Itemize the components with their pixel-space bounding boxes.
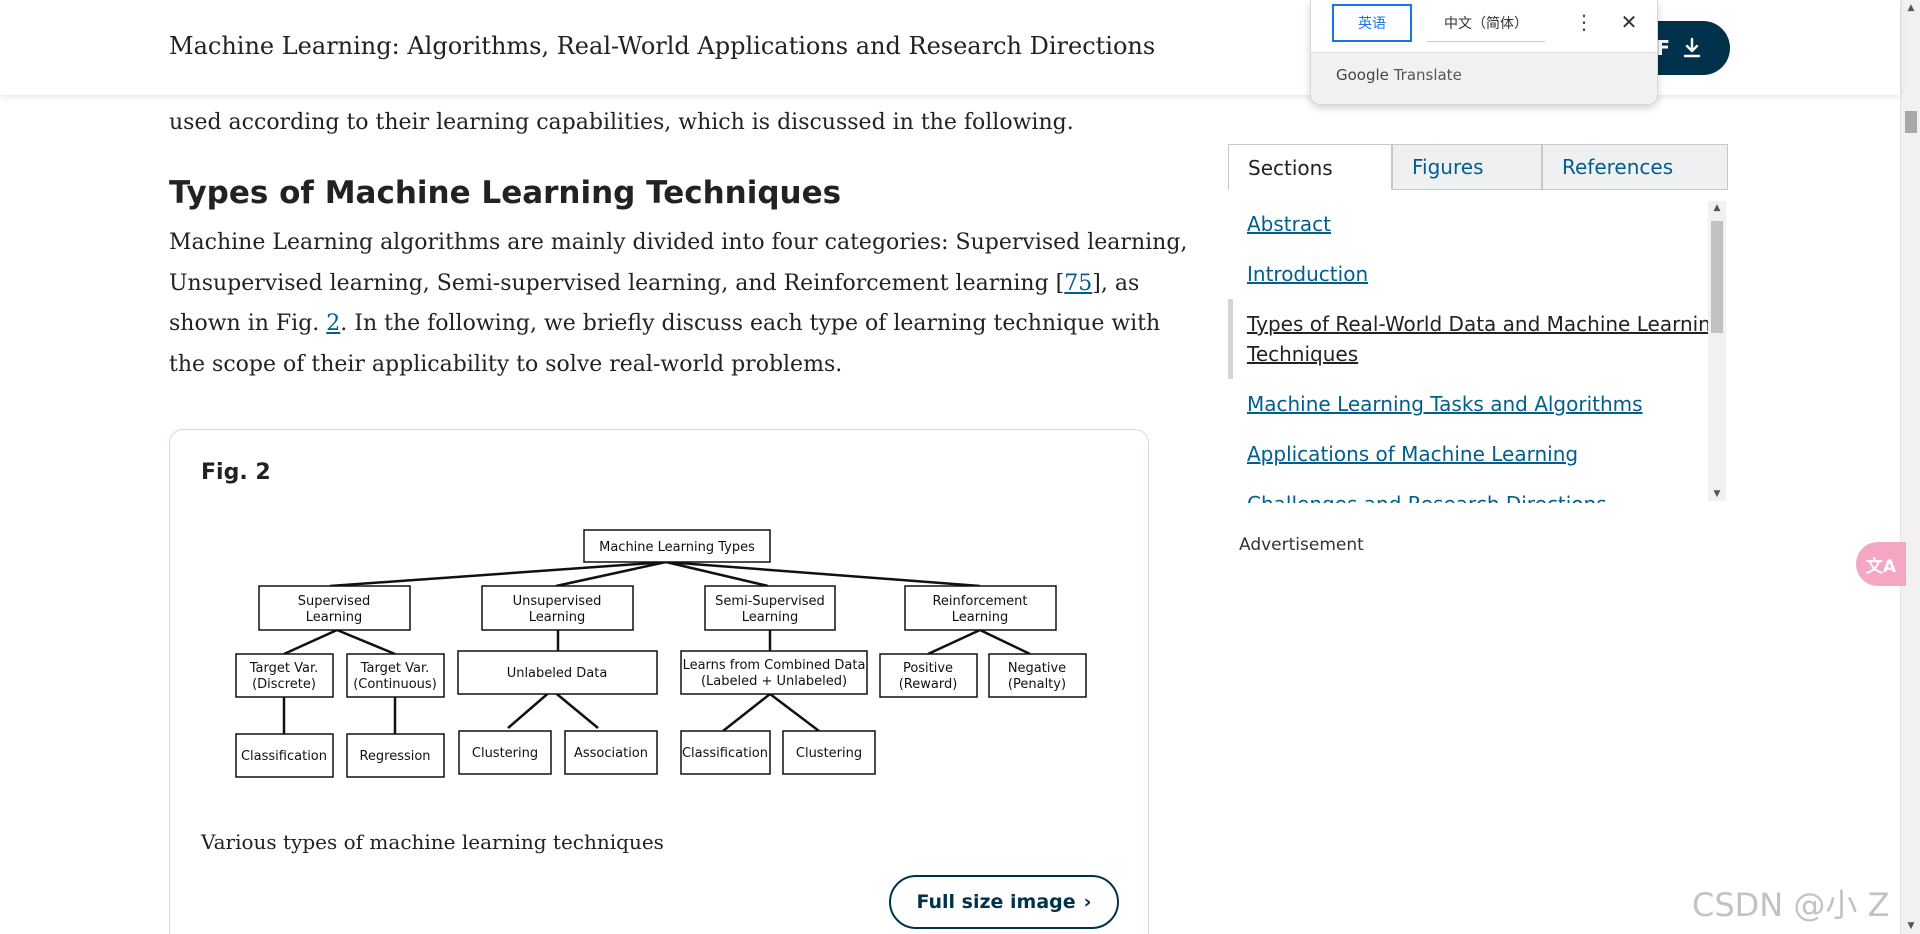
page-title: Machine Learning: Algorithms, Real-World… xyxy=(169,32,1156,60)
section-paragraph: Machine Learning algorithms are mainly d… xyxy=(169,223,1188,385)
tab-figures[interactable]: Figures xyxy=(1392,144,1542,190)
paragraph-line: the scope of their applicability to solv… xyxy=(169,351,843,377)
figure-card: Fig. 2 Machine Learning Types Supervised… xyxy=(169,429,1149,934)
diagram-semi-clustering-label: Clustering xyxy=(796,746,862,761)
citation-link-75[interactable]: 75 xyxy=(1064,271,1092,296)
translate-lang-bar: 英语 中文（简体） ⋮ ✕ xyxy=(1311,0,1657,53)
diagram-root-label: Machine Learning Types xyxy=(599,540,755,555)
full-size-image-button[interactable]: Full size image › xyxy=(889,875,1119,929)
translate-fab-button[interactable]: 文A xyxy=(1856,542,1906,586)
tab-sections[interactable]: Sections xyxy=(1228,144,1392,190)
diagram-association-label: Association xyxy=(574,746,648,761)
page-scroll-up-icon[interactable]: ▲ xyxy=(1901,0,1920,16)
diagram-regression-label: Regression xyxy=(359,749,430,764)
more-vert-icon[interactable]: ⋮ xyxy=(1574,10,1594,34)
download-icon xyxy=(1683,37,1701,58)
close-icon[interactable]: ✕ xyxy=(1617,10,1641,34)
toc-scrollbar[interactable]: ▲ ▼ xyxy=(1708,201,1726,501)
toc-item-applications[interactable]: Applications of Machine Learning xyxy=(1247,439,1578,469)
sections-toc: Abstract Introduction Types of Real-Worl… xyxy=(1228,199,1728,503)
scroll-down-arrow-icon[interactable]: ▼ xyxy=(1708,487,1726,501)
diagram-target-continuous-label: Target Var. (Continuous) xyxy=(353,661,437,692)
sidebar-tabs: Sections Figures References xyxy=(1228,144,1728,190)
google-logo-text: Google xyxy=(1336,66,1389,84)
toc-item-challenges[interactable]: Challenges and Research Directions xyxy=(1247,489,1607,503)
scroll-up-arrow-icon[interactable]: ▲ xyxy=(1708,201,1726,215)
tab-references[interactable]: References xyxy=(1542,144,1728,190)
translate-word: Translate xyxy=(1393,66,1462,84)
toc-item-types-of-data[interactable]: Types of Real-World Data and Machine Lea… xyxy=(1247,309,1724,339)
paragraph-line: Machine Learning algorithms are mainly d… xyxy=(169,230,1188,255)
section-heading: Types of Machine Learning Techniques xyxy=(169,175,842,211)
toc-item-abstract[interactable]: Abstract xyxy=(1247,209,1331,239)
figure-link-2[interactable]: 2 xyxy=(326,311,340,336)
toc-item-types-of-data-cont[interactable]: Techniques xyxy=(1247,339,1358,369)
paragraph-line: Unsupervised learning, Semi-supervised l… xyxy=(169,270,1140,296)
chevron-right-icon: › xyxy=(1083,891,1092,913)
figure-label: Fig. 2 xyxy=(201,460,271,485)
diagram-target-discrete-label: Target Var. (Discrete) xyxy=(249,661,319,692)
diagram-negative-label: Negative (Penalty) xyxy=(1008,661,1066,692)
ml-types-diagram: Machine Learning Types Supervised Learnin… xyxy=(235,529,1087,778)
figure-caption: Various types of machine learning techni… xyxy=(201,830,664,854)
page-scrollbar[interactable]: ▲ ▼ xyxy=(1900,0,1920,934)
toc-item-introduction[interactable]: Introduction xyxy=(1247,259,1368,289)
diagram-clustering-label: Clustering xyxy=(472,746,538,761)
toc-scroll-thumb[interactable] xyxy=(1711,221,1723,333)
paragraph-line: shown in Fig. 2. In the following, we br… xyxy=(169,311,1161,336)
diagram-combined-data-label: Learns from Combined Data (Labeled + Unla… xyxy=(683,658,866,689)
page-scroll-thumb[interactable] xyxy=(1905,111,1917,133)
advertisement-label: Advertisement xyxy=(1239,535,1364,555)
diagram-classification-label: Classification xyxy=(241,749,327,764)
target-language-tab[interactable]: 中文（简体） xyxy=(1427,4,1545,42)
toc-active-indicator xyxy=(1228,299,1233,379)
download-pdf-label: F xyxy=(1656,36,1670,60)
page-scroll-down-icon[interactable]: ▼ xyxy=(1901,918,1920,934)
diagram-supervised-label: Supervised Learning xyxy=(298,594,370,625)
source-language-tab[interactable]: 英语 xyxy=(1332,4,1412,42)
google-translate-brand: Google Translate xyxy=(1336,66,1462,84)
diagram-unlabeled-data-label: Unlabeled Data xyxy=(507,666,608,681)
diagram-positive-label: Positive (Reward) xyxy=(899,661,958,692)
full-size-image-label: Full size image xyxy=(916,891,1076,913)
csdn-watermark: CSDN @小 Z xyxy=(1692,886,1890,924)
paragraph-continuation: used according to their learning capabil… xyxy=(169,110,1074,135)
diagram-semi-classification-label: Classification xyxy=(682,746,768,761)
toc-item-tasks-algorithms[interactable]: Machine Learning Tasks and Algorithms xyxy=(1247,389,1643,419)
google-translate-popup: 英语 中文（简体） ⋮ ✕ Google Translate xyxy=(1310,0,1658,105)
